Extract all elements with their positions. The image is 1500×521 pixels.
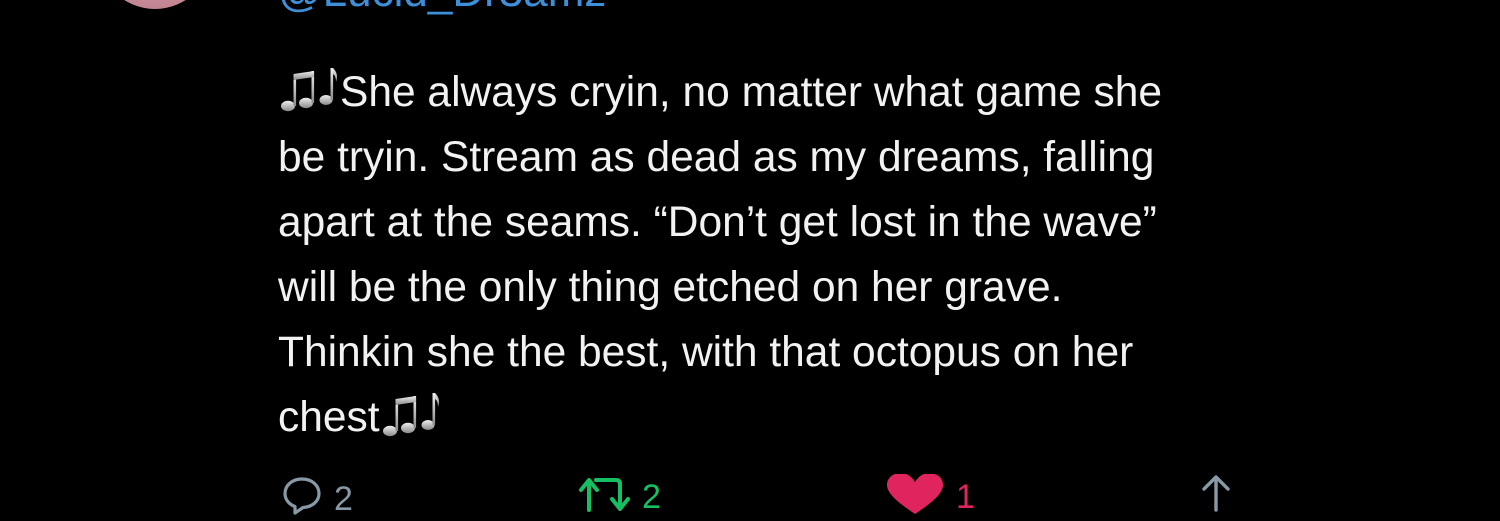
retweet-count: 2 — [642, 478, 661, 516]
share-button[interactable] — [1196, 472, 1236, 517]
reply-count: 2 — [334, 480, 353, 518]
share-arrow-icon — [1196, 472, 1236, 517]
like-count: 1 — [956, 478, 975, 516]
reply-bubble-icon — [282, 476, 322, 521]
retweet-button[interactable]: 2 — [578, 474, 661, 519]
heart-icon — [886, 473, 944, 519]
retweet-icon — [578, 474, 630, 519]
like-button[interactable]: 1 — [886, 473, 975, 519]
tweet-actions: 2 2 1 — [0, 0, 1500, 516]
reply-button[interactable]: 2 — [282, 476, 353, 521]
